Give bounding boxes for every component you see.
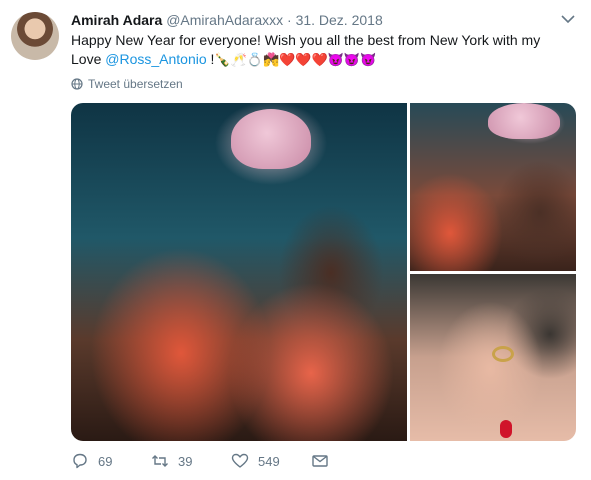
photo-kiss-wide[interactable] [71, 103, 407, 441]
photo-engagement-ring[interactable] [410, 274, 576, 441]
retweet-button[interactable]: 39 [151, 452, 231, 470]
envelope-icon [312, 455, 328, 467]
author-handle[interactable]: @AmirahAdaraxxx [166, 12, 283, 28]
nail-shape [500, 420, 512, 438]
like-count: 549 [258, 453, 280, 469]
avatar[interactable] [11, 12, 59, 60]
translate-label: Tweet übersetzen [88, 77, 183, 91]
photo-kiss-closeup[interactable] [410, 103, 576, 271]
translate-link[interactable]: Tweet übersetzen [71, 77, 183, 91]
retweet-icon [152, 455, 168, 467]
retweet-count: 39 [178, 453, 193, 469]
tweet-header: Amirah Adara @AmirahAdaraxxx · 31. Dez. … [71, 11, 383, 29]
reply-count: 69 [98, 453, 113, 469]
emoji-sequence: 🍾🥂💍💏❤️❤️❤️😈😈😈 [214, 52, 377, 67]
tweet-date[interactable]: 31. Dez. 2018 [296, 12, 383, 28]
globe-icon [71, 78, 83, 90]
reply-button[interactable]: 69 [71, 452, 151, 470]
tweet-text-line1: Happy New Year for everyone! Wish you al… [71, 32, 541, 48]
chevron-down-icon[interactable] [561, 14, 575, 24]
hat-shape [231, 109, 311, 169]
header-separator: · [287, 12, 292, 28]
media-grid [71, 103, 576, 441]
reply-icon [73, 453, 87, 469]
hat-shape-small [488, 103, 560, 139]
direct-message-button[interactable] [311, 452, 391, 470]
heart-icon [231, 453, 249, 468]
like-button[interactable]: 549 [231, 452, 311, 470]
tweet-text: Happy New Year for everyone! Wish you al… [71, 31, 571, 69]
author-name[interactable]: Amirah Adara [71, 12, 162, 28]
tweet-text-love: Love [71, 51, 106, 67]
ring-shape [492, 346, 514, 362]
mention-link[interactable]: @Ross_Antonio [105, 51, 206, 67]
action-bar: 69 39 549 [71, 452, 391, 470]
